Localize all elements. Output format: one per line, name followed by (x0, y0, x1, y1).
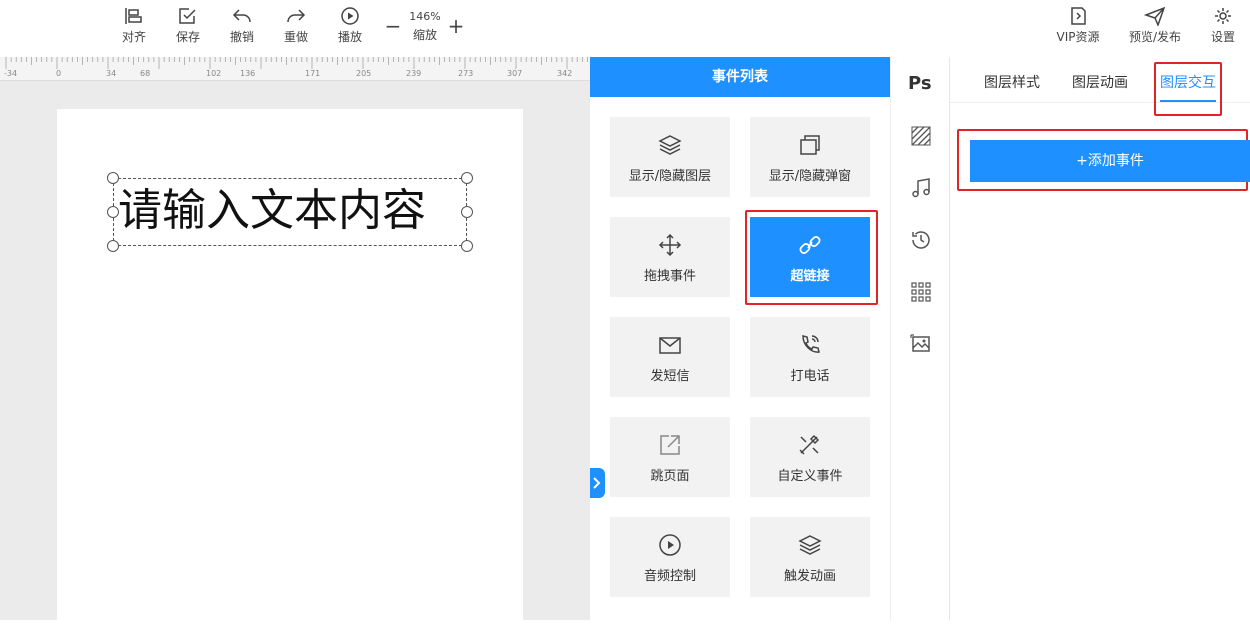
tab-layer-animation[interactable]: 图层动画 (1072, 72, 1128, 92)
play-circle-icon (659, 534, 681, 556)
align-icon (125, 8, 142, 24)
save-label: 保存 (175, 30, 200, 44)
ruler-label: -34 (4, 69, 18, 78)
redo-button[interactable]: 重做 (274, 6, 318, 45)
chevron-right-icon (593, 477, 601, 489)
event-label: 自定义事件 (777, 469, 843, 484)
layers-icon (798, 535, 822, 555)
event-label: 打电话 (790, 369, 830, 384)
ruler-label: 102 (206, 69, 222, 78)
text-layer-content[interactable]: 请输入文本内容 (118, 183, 426, 239)
undo-icon (232, 9, 251, 23)
settings-label: 设置 (1210, 30, 1235, 44)
ruler-label: 136 (240, 69, 256, 78)
top-toolbar: 对齐 保存 撤销 重做 播放 − 146% 缩放 + VIP资源 预览/发布 设… (0, 0, 1250, 57)
music-icon[interactable] (910, 177, 932, 199)
tool-strip: Ps (890, 57, 950, 620)
phone-icon (802, 335, 820, 353)
undo-button[interactable]: 撤销 (220, 6, 264, 45)
texture-icon[interactable] (910, 125, 932, 147)
ruler-label: 342 (557, 69, 573, 78)
vip-label: VIP资源 (1056, 30, 1100, 44)
event-label: 拖拽事件 (643, 269, 696, 284)
collapse-panel-button[interactable] (590, 468, 605, 498)
history-icon[interactable] (910, 229, 932, 251)
vip-resources-button[interactable]: VIP资源 (1052, 6, 1104, 45)
vip-icon (1071, 7, 1086, 25)
hyperlink-highlight-box (745, 210, 878, 305)
send-icon (1144, 6, 1166, 26)
ruler-label: 307 (507, 69, 523, 78)
event-label: 音频控制 (643, 569, 696, 584)
zoom-value: 146% (409, 10, 441, 23)
move-icon (658, 233, 682, 257)
resize-handle-top-right[interactable] (461, 172, 473, 184)
event-audio-control[interactable]: 音频控制 (610, 517, 730, 597)
event-custom[interactable]: 自定义事件 (750, 417, 870, 497)
tab-layer-style[interactable]: 图层样式 (984, 72, 1040, 92)
align-button[interactable]: 对齐 (112, 6, 156, 45)
image-icon[interactable] (910, 333, 932, 355)
interaction-tab-highlight-box (1154, 62, 1222, 116)
event-label: 发短信 (650, 369, 690, 384)
external-link-icon (660, 435, 680, 455)
resize-handle-bottom-left[interactable] (107, 240, 119, 252)
properties-panel: 图层样式 图层动画 图层交互 +添加事件 (950, 57, 1250, 620)
windows-icon (800, 135, 820, 155)
event-drag[interactable]: 拖拽事件 (610, 217, 730, 297)
event-label: 跳页面 (650, 469, 690, 484)
gear-icon (1215, 8, 1231, 24)
event-trigger-animation[interactable]: 触发动画 (750, 517, 870, 597)
grid-icon[interactable] (910, 281, 932, 303)
zoom-in-button[interactable]: + (447, 16, 465, 36)
mail-icon (659, 337, 681, 354)
ruler-label: 68 (140, 69, 151, 78)
play-icon (341, 7, 359, 25)
tools-icon (799, 434, 820, 455)
event-show-hide-layer[interactable]: 显示/隐藏图层 (610, 117, 730, 197)
ruler-label: 273 (458, 69, 474, 78)
align-label: 对齐 (121, 30, 146, 44)
resize-handle-left[interactable] (107, 206, 119, 218)
selected-text-layer[interactable]: 请输入文本内容 (107, 172, 473, 252)
events-panel-title: 事件列表 (590, 57, 890, 97)
layers-icon (658, 135, 682, 155)
zoom-display: 146% 缩放 (405, 10, 445, 43)
ruler-label: 205 (356, 69, 372, 78)
canvas-area: 请输入文本内容 (0, 81, 590, 629)
save-button[interactable]: 保存 (166, 6, 210, 45)
properties-tabs: 图层样式 图层动画 图层交互 (950, 57, 1250, 116)
preview-publish-button[interactable]: 预览/发布 (1124, 6, 1186, 45)
play-button[interactable]: 播放 (328, 6, 372, 45)
ruler-label: 0 (56, 69, 62, 78)
ruler-label: 239 (406, 69, 422, 78)
event-jump-page[interactable]: 跳页面 (610, 417, 730, 497)
ruler-label: 171 (305, 69, 321, 78)
redo-label: 重做 (283, 30, 308, 44)
save-icon (179, 8, 196, 24)
ruler-label: 34 (106, 69, 117, 78)
event-phone-call[interactable]: 打电话 (750, 317, 870, 397)
add-event-button[interactable]: +添加事件 (970, 140, 1250, 182)
event-label: 显示/隐藏弹窗 (768, 169, 852, 184)
ps-icon[interactable]: Ps (908, 73, 932, 94)
play-label: 播放 (337, 30, 362, 44)
horizontal-ruler: -34 0 34 68 102 136 171 205 239 273 307 … (0, 57, 590, 81)
zoom-label: 缩放 (412, 28, 437, 42)
preview-publish-label: 预览/发布 (1128, 30, 1182, 44)
event-send-sms[interactable]: 发短信 (610, 317, 730, 397)
event-show-hide-popup[interactable]: 显示/隐藏弹窗 (750, 117, 870, 197)
ruler-ticks (5, 57, 588, 69)
undo-label: 撤销 (229, 30, 254, 44)
resize-handle-top-left[interactable] (107, 172, 119, 184)
settings-button[interactable]: 设置 (1201, 6, 1245, 45)
resize-handle-bottom-right[interactable] (461, 240, 473, 252)
redo-icon (287, 9, 306, 23)
event-label: 触发动画 (783, 569, 836, 584)
events-panel: 事件列表 显示/隐藏图层 显示/隐藏弹窗 拖拽事件 超链接 发短信 打电话 跳页… (590, 57, 890, 620)
design-page[interactable]: 请输入文本内容 (57, 109, 523, 629)
resize-handle-right[interactable] (461, 206, 473, 218)
event-label: 显示/隐藏图层 (628, 169, 712, 184)
zoom-out-button[interactable]: − (384, 16, 402, 36)
